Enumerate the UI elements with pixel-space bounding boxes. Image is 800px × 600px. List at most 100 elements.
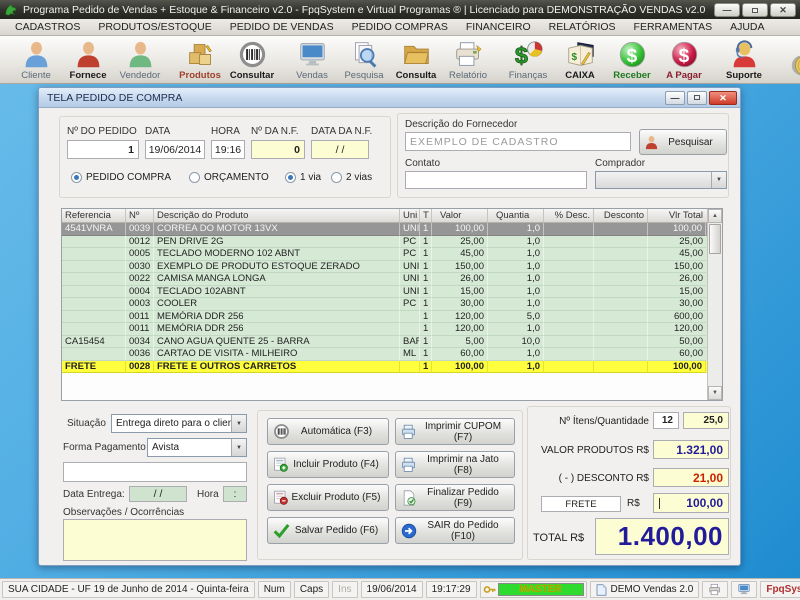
observations-textarea[interactable] xyxy=(63,519,247,561)
column-header[interactable]: Vlr Total xyxy=(648,209,706,222)
delivery-date-label: Data Entrega: xyxy=(63,489,125,500)
status-brand: FpqSystem xyxy=(760,581,800,598)
frete-button[interactable]: FRETE xyxy=(541,496,621,512)
table-row[interactable]: 0011 MEMÓRIA DDR 256 1 120,00 5,0 600,00 xyxy=(62,311,707,324)
imprimir-cupom-button[interactable]: Imprimir CUPOM (F7) xyxy=(395,418,515,445)
sair-pedido-button[interactable]: SAIR do Pedido (F10) xyxy=(395,517,515,544)
invoice-date-field[interactable]: / / xyxy=(311,140,369,159)
salvar-pedido-button[interactable]: Salvar Pedido (F6) xyxy=(267,517,389,544)
column-header[interactable]: Nº xyxy=(126,209,154,222)
order-date-field[interactable]: 19/06/2014 xyxy=(145,140,205,159)
radio-2-vias[interactable]: 2 vias xyxy=(331,172,372,183)
child-minimize-button[interactable]: — xyxy=(665,91,685,105)
toolbar-suporte-button[interactable]: Suporte xyxy=(718,36,770,83)
toolbar-consultar-button[interactable]: Consultar xyxy=(226,36,278,83)
scroll-down-icon[interactable]: ▼ xyxy=(708,386,722,400)
toolbar-consulta-button[interactable]: Consulta xyxy=(390,36,442,83)
radio-1-via[interactable]: 1 via xyxy=(285,172,321,183)
column-header[interactable]: Descrição do Produto xyxy=(154,209,400,222)
finalizar-pedido-button[interactable]: Finalizar Pedido (F9) xyxy=(395,484,515,511)
delivery-date-field[interactable]: / / xyxy=(129,486,187,502)
radio-dot xyxy=(189,172,200,183)
incluir-produto-button[interactable]: Incluir Produto (F4) xyxy=(267,451,389,478)
scroll-up-icon[interactable]: ▲ xyxy=(708,209,722,223)
menu-item[interactable]: AJUDA xyxy=(721,19,773,35)
order-time-field[interactable]: 19:16 xyxy=(211,140,245,159)
column-header[interactable]: Uni xyxy=(400,209,420,222)
table-row[interactable]: CA15454 0034 CANO AGUA QUENTE 25 - BARRA… xyxy=(62,336,707,349)
order-number-field[interactable]: 1 xyxy=(67,140,139,159)
scrollbar-thumb[interactable] xyxy=(709,224,721,254)
status-monitor-panel xyxy=(731,581,757,598)
child-close-button[interactable]: ✕ xyxy=(709,91,737,105)
column-header[interactable]: Desconto xyxy=(594,209,648,222)
toolbar-pesquisa-button[interactable]: Pesquisa xyxy=(338,36,390,83)
toolbar-vendedor-button[interactable]: Vendedor xyxy=(114,36,166,83)
menu-item[interactable]: PEDIDO DE VENDAS xyxy=(221,19,343,35)
status-insert: Ins xyxy=(332,581,357,598)
total-label: TOTAL R$ xyxy=(533,532,584,544)
table-row[interactable]: 0012 PEN DRIVE 2G PC 1 25,00 1,0 25,00 xyxy=(62,236,707,249)
coin-icon: $ xyxy=(790,51,800,80)
toolbar-caixa-button[interactable]: $ CAIXA xyxy=(554,36,606,83)
table-scrollbar[interactable]: ▲ ▼ xyxy=(707,209,722,400)
situacao-select[interactable]: Entrega direto para o cliente ▼ xyxy=(111,414,247,433)
payment-extra-field[interactable] xyxy=(63,462,247,482)
buyer-select[interactable]: ▼ xyxy=(595,171,727,189)
toolbar-produtos-button[interactable]: Produtos xyxy=(174,36,226,83)
delete-row-icon xyxy=(273,490,289,506)
table-row[interactable]: 0036 CARTAO DE VISITA - MILHEIRO ML 1 60… xyxy=(62,348,707,361)
restore-button[interactable] xyxy=(742,3,768,17)
delivery-time-field[interactable]: : xyxy=(223,486,247,502)
radio-orcamento[interactable]: ORÇAMENTO xyxy=(189,172,269,183)
invoice-number-field[interactable]: 0 xyxy=(251,140,305,159)
table-row[interactable]: FRETE 0028 FRETE E OUTROS CARRETOS 1 100… xyxy=(62,361,707,374)
menu-item[interactable]: FERRAMENTAS xyxy=(625,19,722,35)
table-row[interactable]: 0003 COOLER PC 1 30,00 1,0 30,00 xyxy=(62,298,707,311)
table-row[interactable]: 0004 TECLADO 102ABNT UNI 1 15,00 1,0 15,… xyxy=(62,286,707,299)
automatica-button[interactable]: Automática (F3) xyxy=(267,418,389,445)
toolbar-financas-button[interactable]: $ Finanças xyxy=(502,36,554,83)
table-row[interactable]: 0022 CAMISA MANGA LONGA UNI 1 26,00 1,0 … xyxy=(62,273,707,286)
menu-item[interactable]: PEDIDO COMPRAS xyxy=(343,19,457,35)
toolbar-fornecedor-button[interactable]: Fornece xyxy=(62,36,114,83)
minimize-button[interactable]: — xyxy=(714,3,740,17)
menu-item[interactable]: PRODUTOS/ESTOQUE xyxy=(89,19,220,35)
imprimir-jato-button[interactable]: Imprimir na Jato (F8) xyxy=(395,451,515,478)
pesquisar-button[interactable]: Pesquisar xyxy=(639,129,727,155)
frete-value-field[interactable]: 100,00 xyxy=(653,493,729,513)
column-header[interactable]: % Desc. xyxy=(544,209,594,222)
svg-text:$: $ xyxy=(571,52,577,63)
column-header[interactable]: Referencia xyxy=(62,209,126,222)
delivery-time-label: Hora xyxy=(197,489,219,500)
table-row[interactable]: 4541VNRA 0039 CORREA DO MOTOR 13VX UNI 1… xyxy=(62,223,707,236)
column-header[interactable]: Valor xyxy=(432,209,488,222)
menu-item[interactable]: FINANCEIRO xyxy=(457,19,540,35)
payment-select[interactable]: Avista ▼ xyxy=(147,438,247,457)
table-row[interactable]: 0005 TECLADO MODERNO 102 ABNT PC 1 45,00… xyxy=(62,248,707,261)
order-number-label: Nº DO PEDIDO xyxy=(67,126,137,137)
barcode-icon xyxy=(238,40,267,69)
toolbar-relatorio-button[interactable]: Relatório xyxy=(442,36,494,83)
printer-icon xyxy=(401,457,417,473)
printer-icon xyxy=(401,424,417,440)
toolbar-apagar-button[interactable]: $ A Pagar xyxy=(658,36,710,83)
document-check-icon xyxy=(401,490,417,506)
close-button[interactable]: ✕ xyxy=(770,3,796,17)
toolbar-coin-button[interactable]: $ xyxy=(778,36,800,83)
column-header[interactable]: Quantia xyxy=(488,209,544,222)
toolbar-cliente-button[interactable]: Cliente xyxy=(10,36,62,83)
menu-item[interactable]: CADASTROS xyxy=(6,19,89,35)
table-row[interactable]: 0011 MEMÓRIA DDR 256 1 120,00 1,0 120,00 xyxy=(62,323,707,336)
excluir-produto-button[interactable]: Excluir Produto (F5) xyxy=(267,484,389,511)
client-person-icon xyxy=(22,40,51,69)
contact-field[interactable] xyxy=(405,171,587,189)
child-maximize-button[interactable] xyxy=(687,91,707,105)
table-row[interactable]: 0030 EXEMPLO DE PRODUTO ESTOQUE ZERADO U… xyxy=(62,261,707,274)
toolbar-receber-button[interactable]: $ Receber xyxy=(606,36,658,83)
column-header[interactable]: T xyxy=(420,209,432,222)
toolbar-vendas-button[interactable]: Vendas xyxy=(286,36,338,83)
radio-pedido-compra[interactable]: PEDIDO COMPRA xyxy=(71,172,171,183)
supplier-name-field[interactable]: EXEMPLO DE CADASTRO xyxy=(405,132,631,151)
menu-item[interactable]: RELATÓRIOS xyxy=(540,19,625,35)
